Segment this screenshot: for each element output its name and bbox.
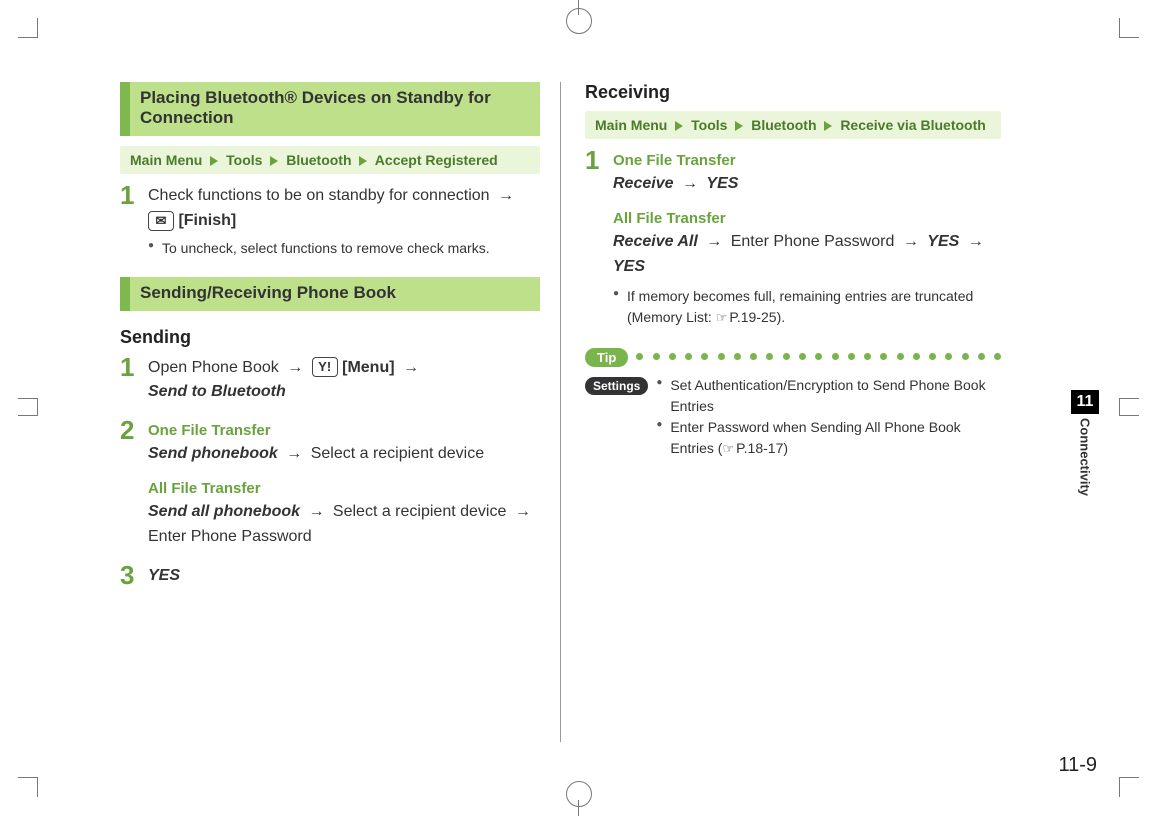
tip-divider: Tip [585, 348, 1001, 367]
step-command: YES [927, 233, 959, 250]
step-text: Enter Phone Password [148, 525, 540, 550]
chapter-label: Connectivity [1078, 418, 1093, 496]
arrow-icon: → [968, 233, 984, 250]
arrow-icon: → [682, 175, 698, 192]
breadcrumb-separator-icon [824, 121, 832, 131]
step-text: Enter Phone Password [731, 233, 895, 250]
step-number: 1 [585, 147, 613, 173]
fold-mark-top [566, 8, 592, 34]
arrow-icon: → [515, 503, 531, 520]
receiving-subheading: Receiving [585, 82, 1001, 103]
step-1-sending: 1 Open Phone Book → Y! [Menu] → Send to … [120, 356, 540, 406]
one-file-transfer-label: One File Transfer [613, 149, 1001, 172]
sending-subheading: Sending [120, 327, 540, 348]
step-command: Receive [613, 175, 674, 192]
crop-mark [18, 398, 38, 416]
crop-mark [1119, 777, 1139, 797]
breadcrumb-separator-icon [270, 156, 278, 166]
step-note: If memory becomes full, remaining entrie… [613, 286, 1001, 328]
one-file-transfer-label: One File Transfer [148, 419, 540, 442]
chapter-number: 11 [1071, 390, 1099, 414]
chapter-side-tab: 11 Connectivity [1071, 390, 1099, 496]
page-number: 11-9 [1058, 754, 1097, 777]
key-label: [Menu] [342, 359, 394, 376]
breadcrumb-separator-icon [210, 156, 218, 166]
step-command: Receive All [613, 233, 698, 250]
step-2-sending: 2 One File Transfer Send phonebook → Sel… [120, 419, 540, 550]
step-text: Check functions to be on standby for con… [148, 187, 490, 204]
arrow-icon: → [706, 233, 722, 250]
y-key-icon: Y! [312, 357, 338, 377]
breadcrumb-accept-registered: Main Menu Tools Bluetooth Accept Registe… [120, 146, 540, 174]
key-label: [Finish] [178, 212, 236, 229]
settings-item: Enter Password when Sending All Phone Bo… [656, 417, 1001, 459]
page-content: Placing Bluetooth® Devices on Standby fo… [120, 82, 1040, 742]
step-text: Select a recipient device [333, 503, 506, 520]
section-heading-standby: Placing Bluetooth® Devices on Standby fo… [120, 82, 540, 136]
step-text: Select a recipient device [311, 445, 484, 462]
step-command: YES [148, 567, 180, 584]
crop-mark [1119, 398, 1139, 416]
all-file-transfer-label: All File Transfer [148, 477, 540, 500]
step-command: YES [706, 175, 738, 192]
all-file-transfer-label: All File Transfer [613, 207, 1001, 230]
crop-mark [18, 777, 38, 797]
step-1: 1 Check functions to be on standby for c… [120, 184, 540, 259]
breadcrumb-receive: Main Menu Tools Bluetooth Receive via Bl… [585, 111, 1001, 139]
step-command: Send to Bluetooth [148, 383, 286, 400]
arrow-icon: → [498, 187, 514, 204]
settings-tip: Settings Set Authentication/Encryption t… [585, 375, 1001, 459]
arrow-icon: → [287, 359, 303, 376]
pointer-icon: ☞ [722, 441, 734, 456]
step-number: 1 [120, 354, 148, 380]
step-1-receiving: 1 One File Transfer Receive → YES All Fi… [585, 149, 1001, 328]
step-text: Open Phone Book [148, 359, 279, 376]
pointer-icon: ☞ [716, 310, 728, 325]
mail-key-icon: ✉ [148, 211, 174, 231]
step-number: 2 [120, 417, 148, 443]
breadcrumb-separator-icon [735, 121, 743, 131]
step-3-sending: 3 YES [120, 564, 540, 590]
settings-item: Set Authentication/Encryption to Send Ph… [656, 375, 1001, 417]
tip-dots [636, 353, 1001, 361]
arrow-icon: → [308, 503, 324, 520]
step-number: 3 [120, 562, 148, 588]
step-command: YES [613, 258, 645, 275]
tip-badge: Tip [585, 348, 628, 367]
fold-mark-bottom [566, 781, 592, 807]
crop-mark [1119, 18, 1139, 38]
section-heading-text: Sending/Receiving Phone Book [140, 283, 396, 302]
arrow-icon: → [903, 233, 919, 250]
settings-badge: Settings [585, 377, 648, 395]
arrow-icon: → [403, 359, 419, 376]
section-heading-sending-receiving: Sending/Receiving Phone Book [120, 277, 540, 311]
step-command: Send all phonebook [148, 503, 300, 520]
breadcrumb-separator-icon [675, 121, 683, 131]
step-command: Send phonebook [148, 445, 278, 462]
section-heading-text: Placing Bluetooth® Devices on Standby fo… [140, 88, 491, 127]
breadcrumb-separator-icon [359, 156, 367, 166]
step-number: 1 [120, 182, 148, 208]
step-note: To uncheck, select functions to remove c… [148, 238, 540, 259]
arrow-icon: → [286, 445, 302, 462]
crop-mark [18, 18, 38, 38]
